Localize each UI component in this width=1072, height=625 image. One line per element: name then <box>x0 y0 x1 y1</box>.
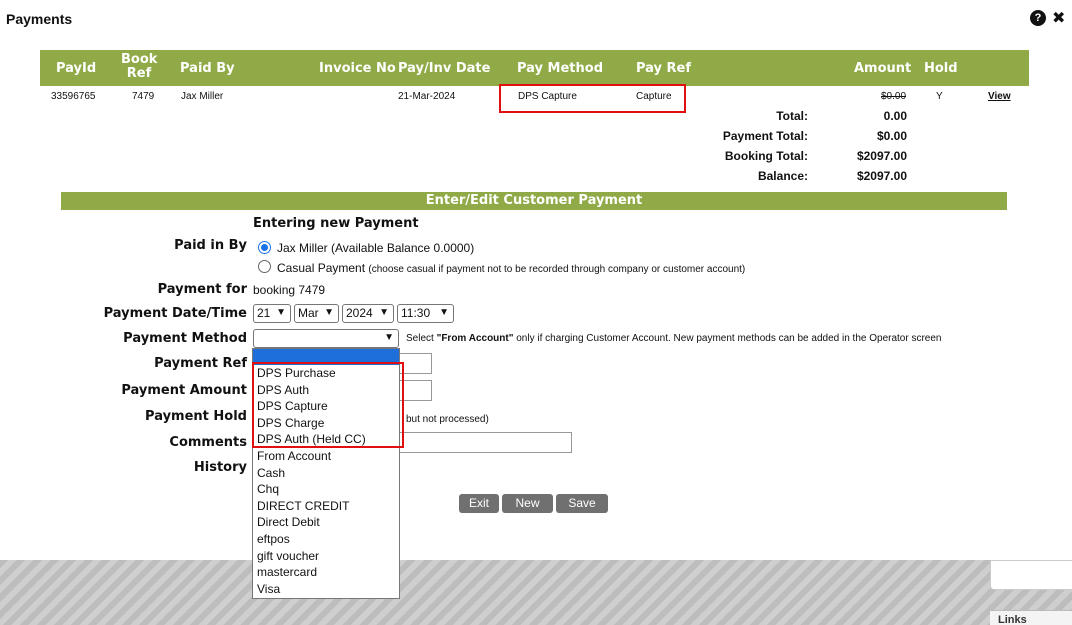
links-label[interactable]: Links <box>998 614 1027 625</box>
cell-amount: $0.00 <box>881 91 907 102</box>
cell-paidby: Jax Miller <box>181 91 224 102</box>
option-visa[interactable]: Visa <box>253 581 399 598</box>
chevron-down-icon: ▼ <box>384 332 394 343</box>
col-ref: Pay Ref <box>636 61 692 76</box>
date-month-select[interactable]: Mar ▼ <box>294 304 339 323</box>
cell-hold: Y <box>936 91 943 102</box>
option-cash[interactable]: Cash <box>253 465 399 482</box>
chevron-down-icon: ▼ <box>439 307 449 318</box>
new-button[interactable]: New <box>502 494 553 513</box>
payment-for-value: booking 7479 <box>253 283 326 297</box>
view-link[interactable]: View <box>988 91 1011 102</box>
background-pattern <box>0 560 1072 625</box>
highlight-box-dps-options <box>252 362 404 448</box>
booking-total-value: $2097.00 <box>856 149 907 163</box>
payment-date-label: Payment Date/Time <box>103 306 247 321</box>
option-mastercard[interactable]: mastercard <box>253 564 399 581</box>
side-panel <box>990 560 1072 590</box>
radio-casual-label: Casual Payment (choose casual if payment… <box>277 261 746 275</box>
payment-amount-label: Payment Amount <box>121 383 247 398</box>
balance-value: $2097.00 <box>856 169 907 183</box>
option-direct-credit[interactable]: DIRECT CREDIT <box>253 498 399 515</box>
dialog-title: Payments <box>6 11 73 27</box>
chevron-down-icon: ▼ <box>324 307 334 318</box>
payment-total-value: $0.00 <box>876 129 907 143</box>
help-icon[interactable]: ? <box>1030 10 1046 26</box>
payment-method-label: Payment Method <box>123 331 247 346</box>
exit-button[interactable]: Exit <box>459 494 499 513</box>
total-label: Total: <box>776 109 808 123</box>
booking-total-label: Booking Total: <box>724 149 808 163</box>
option-direct-debit[interactable]: Direct Debit <box>253 514 399 531</box>
cell-bookref: 7479 <box>132 91 155 102</box>
col-bookref: Book Ref <box>121 52 158 81</box>
save-button[interactable]: Save <box>556 494 608 513</box>
close-icon[interactable]: ✖ <box>1052 9 1065 27</box>
payment-for-label: Payment for <box>157 282 247 297</box>
option-gift-voucher[interactable]: gift voucher <box>253 548 399 565</box>
payment-hold-label: Payment Hold <box>145 409 247 424</box>
time-select[interactable]: 11:30 ▼ <box>397 304 454 323</box>
date-year-select[interactable]: 2024 ▼ <box>342 304 394 323</box>
payments-table-header: PayId Book Ref Paid By Invoice No Pay/In… <box>40 50 1029 86</box>
comments-label: Comments <box>169 435 247 450</box>
balance-label: Balance: <box>757 169 808 183</box>
payment-method-hint: Select "From Account" only if charging C… <box>406 333 942 344</box>
col-payid: PayId <box>56 61 97 76</box>
option-from-account[interactable]: From Account <box>253 448 399 465</box>
option-chq[interactable]: Chq <box>253 481 399 498</box>
col-invoice: Invoice No <box>319 61 396 76</box>
paid-in-by-label: Paid in By <box>174 238 247 253</box>
form-mode: Entering new Payment <box>253 216 419 231</box>
payment-ref-label: Payment Ref <box>154 356 247 371</box>
col-hold: Hold <box>924 61 958 76</box>
radio-customer-label: Jax Miller (Available Balance 0.0000) <box>277 241 475 255</box>
cell-payid: 33596765 <box>51 91 96 102</box>
col-method: Pay Method <box>517 61 604 76</box>
date-day-select[interactable]: 21 ▼ <box>253 304 291 323</box>
radio-casual[interactable] <box>258 260 271 273</box>
chevron-down-icon: ▼ <box>276 307 286 318</box>
cell-date: 21-Mar-2024 <box>398 91 456 102</box>
option-eftpos[interactable]: eftpos <box>253 531 399 548</box>
col-amount: Amount <box>854 61 912 76</box>
section-title: Enter/Edit Customer Payment <box>61 192 1007 210</box>
col-date: Pay/Inv Date <box>398 61 491 76</box>
payment-hold-note: but not processed) <box>406 414 489 425</box>
total-value: 0.00 <box>883 109 907 123</box>
chevron-down-icon: ▼ <box>379 307 389 318</box>
history-label: History <box>193 460 247 475</box>
payment-method-select[interactable]: ▼ <box>253 329 399 348</box>
col-paidby: Paid By <box>180 61 235 76</box>
radio-customer[interactable] <box>258 241 271 254</box>
payment-total-label: Payment Total: <box>722 129 808 143</box>
